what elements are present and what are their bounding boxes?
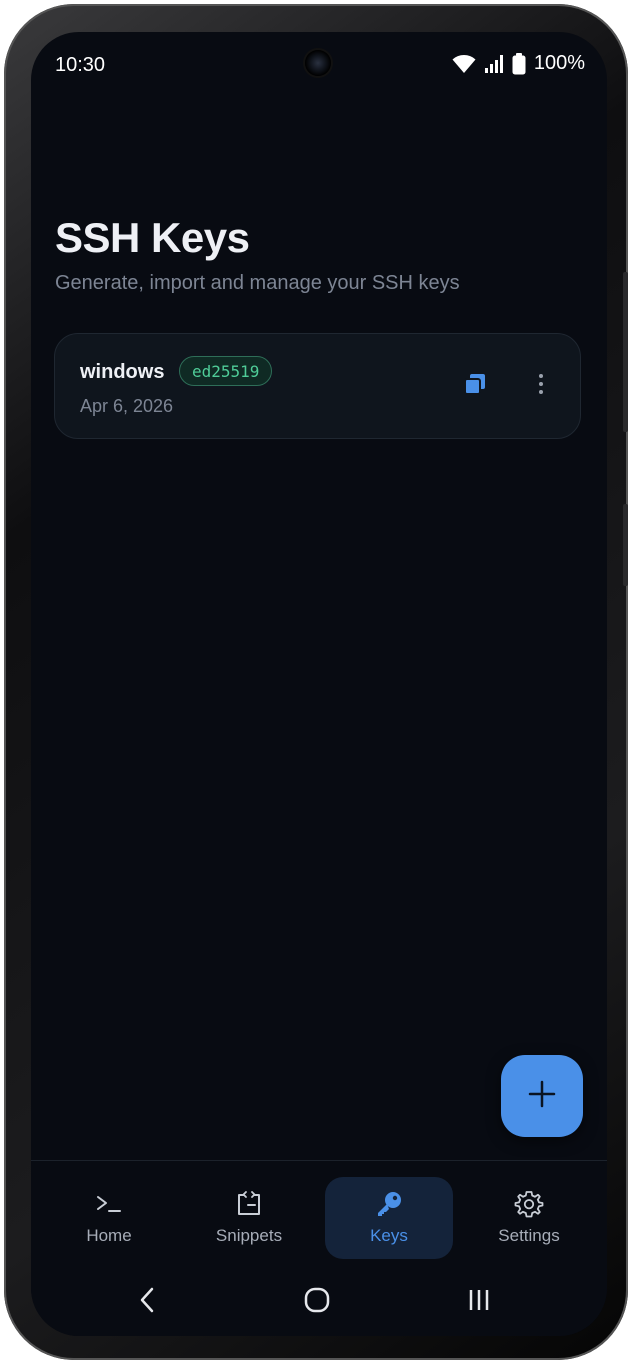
page-title: SSH Keys <box>55 214 250 261</box>
back-icon <box>139 1287 155 1318</box>
gear-icon <box>514 1187 544 1221</box>
key-more-button[interactable] <box>525 370 557 402</box>
copy-icon <box>463 372 487 401</box>
nav-snippets[interactable]: Snippets <box>185 1177 313 1259</box>
power-button <box>623 504 628 586</box>
phone-frame: 10:30 100% SSH Keys Generate, import and… <box>4 4 628 1360</box>
recents-icon <box>467 1288 491 1317</box>
system-home-button[interactable] <box>293 1282 341 1322</box>
plus-icon <box>527 1079 557 1114</box>
front-camera <box>305 50 331 76</box>
bottom-nav: Home Snippets Keys Settings <box>31 1160 607 1265</box>
more-vert-icon <box>538 373 544 400</box>
battery-icon <box>512 52 526 75</box>
nav-keys[interactable]: Keys <box>325 1177 453 1259</box>
add-key-button[interactable] <box>501 1055 583 1137</box>
back-button[interactable] <box>123 1282 171 1322</box>
nav-home-label: Home <box>86 1226 132 1245</box>
status-icons: 100% <box>452 52 585 75</box>
nav-settings[interactable]: Settings <box>465 1177 593 1259</box>
page-subtitle: Generate, import and manage your SSH key… <box>55 272 460 294</box>
snippet-icon <box>235 1187 263 1221</box>
home-circle-icon <box>304 1287 330 1318</box>
status-time: 10:30 <box>55 54 106 76</box>
ssh-key-card[interactable]: windows ed25519 Apr 6, 2026 <box>54 333 581 439</box>
signal-icon <box>484 54 504 74</box>
battery-percent: 100% <box>533 52 585 74</box>
copy-key-button[interactable] <box>459 370 491 402</box>
key-date: Apr 6, 2026 <box>80 396 174 416</box>
terminal-icon <box>95 1187 123 1221</box>
key-type-badge: ed25519 <box>179 356 273 386</box>
status-bar: 10:30 100% <box>31 32 607 98</box>
wifi-icon <box>452 54 476 74</box>
nav-settings-label: Settings <box>498 1226 560 1245</box>
system-nav-bar <box>31 1264 607 1336</box>
nav-snippets-label: Snippets <box>215 1226 283 1245</box>
volume-button <box>623 272 628 432</box>
key-name: windows <box>80 361 165 383</box>
screen: 10:30 100% SSH Keys Generate, import and… <box>31 32 607 1336</box>
nav-keys-label: Keys <box>370 1226 408 1245</box>
key-icon <box>374 1187 404 1221</box>
nav-home[interactable]: Home <box>45 1177 173 1259</box>
recents-button[interactable] <box>455 1282 503 1322</box>
